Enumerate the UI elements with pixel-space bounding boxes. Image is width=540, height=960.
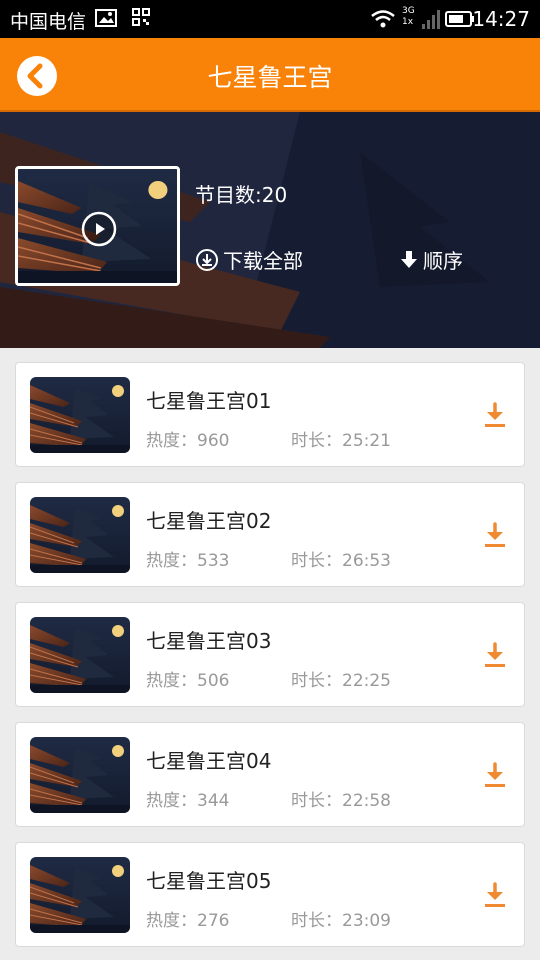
episode-duration: 时长：26:53: [291, 551, 391, 571]
sort-order-label: 顺序: [423, 249, 463, 273]
list-item[interactable]: 七星鲁王宫01 热度：960 时长：25:21: [15, 362, 525, 467]
battery-icon: [445, 11, 475, 31]
episode-heat: 热度：276: [146, 911, 230, 931]
episode-heat: 热度：960: [146, 431, 230, 451]
episode-duration: 时长：23:09: [291, 911, 391, 931]
episode-duration: 时长：25:21: [291, 431, 391, 451]
episode-heat: 热度：506: [146, 671, 230, 691]
download-circle-icon: [196, 248, 218, 271]
episode-title: 七星鲁王宫02: [146, 509, 272, 533]
album-hero: 节目数:20 下载全部 顺序: [0, 112, 540, 348]
episode-duration: 时长：22:25: [291, 671, 391, 691]
episode-thumbnail: [30, 617, 130, 693]
network-type-label: 3G: [402, 6, 415, 16]
episode-title: 七星鲁王宫03: [146, 629, 272, 653]
carrier-label: 中国电信: [10, 11, 87, 33]
qr-notification-icon: [132, 8, 150, 30]
list-item[interactable]: 七星鲁王宫04 热度：344 时长：22:58: [15, 722, 525, 827]
play-icon[interactable]: [81, 211, 117, 247]
download-icon[interactable]: [482, 401, 508, 429]
clock: 14:27: [472, 7, 530, 31]
episode-duration: 时长：22:58: [291, 791, 391, 811]
page-title: 七星鲁王宫: [207, 63, 333, 92]
arrow-down-icon: [401, 250, 417, 268]
sort-order-button[interactable]: 顺序: [399, 245, 463, 274]
list-item[interactable]: 七星鲁王宫02 热度：533 时长：26:53: [15, 482, 525, 587]
list-item[interactable]: 七星鲁王宫03 热度：506 时长：22:25: [15, 602, 525, 707]
download-all-button[interactable]: 下载全部: [195, 245, 303, 274]
download-icon[interactable]: [482, 761, 508, 789]
network-subtype-label: 1x: [402, 17, 414, 27]
episode-title: 七星鲁王宫05: [146, 869, 272, 893]
cellular-signal-icon: 3G 1x: [402, 6, 415, 28]
status-bar: 中国电信 3G 1x 14:27: [0, 0, 540, 38]
episode-thumbnail: [30, 737, 130, 813]
download-icon[interactable]: [482, 521, 508, 549]
download-all-label: 下载全部: [223, 249, 303, 273]
episode-heat: 热度：533: [146, 551, 230, 571]
episode-list: 七星鲁王宫01 热度：960 时长：25:21 七星鲁王宫02 热度：533 时…: [15, 362, 525, 960]
episode-count: 节目数:20: [195, 183, 288, 207]
download-icon[interactable]: [482, 641, 508, 669]
episode-thumbnail: [30, 377, 130, 453]
app-header: 七星鲁王宫: [0, 38, 540, 112]
gallery-notification-icon: [95, 8, 117, 32]
wifi-icon: [370, 9, 396, 33]
album-cover[interactable]: [15, 166, 180, 286]
signal-bars-icon: [422, 10, 440, 34]
list-item[interactable]: 七星鲁王宫05 热度：276 时长：23:09: [15, 842, 525, 947]
episode-thumbnail: [30, 857, 130, 933]
episode-title: 七星鲁王宫04: [146, 749, 272, 773]
episode-title: 七星鲁王宫01: [146, 389, 272, 413]
download-icon[interactable]: [482, 881, 508, 909]
episode-thumbnail: [30, 497, 130, 573]
episode-heat: 热度：344: [146, 791, 230, 811]
